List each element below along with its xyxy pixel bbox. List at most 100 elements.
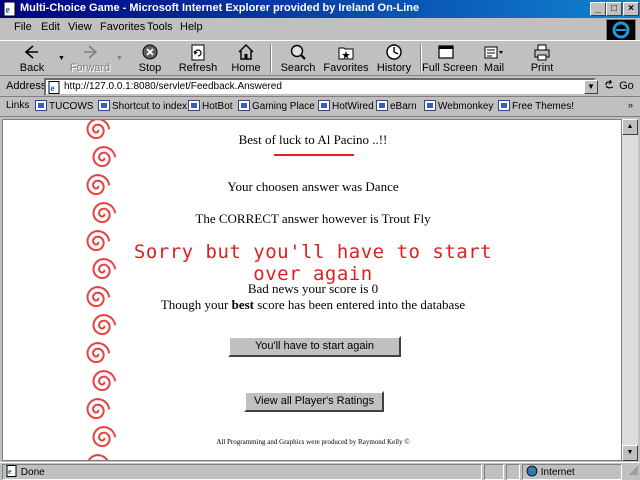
status-message: e Done — [2, 464, 482, 480]
greeting-text: Best of luck to Al Pacino ..!! — [238, 132, 388, 147]
toolbar-separator — [270, 45, 272, 73]
link-webmonkey[interactable]: Webmonkey — [424, 100, 493, 112]
menu-edit[interactable]: Edit — [41, 21, 60, 33]
address-dropdown-button[interactable]: ▼ — [584, 80, 598, 94]
back-button[interactable]: Back — [8, 42, 56, 76]
credits-text: All Programming and Graphics were produc… — [216, 438, 410, 446]
spiral-ornament — [92, 314, 117, 336]
best-score-text: Though your best score has been entered … — [123, 297, 503, 313]
link-label: Gaming Place — [252, 101, 315, 112]
correct-answer-text: The CORRECT answer however is Trout Fly — [195, 211, 431, 226]
favorites-button[interactable]: Favorites — [322, 42, 370, 76]
fullscreen-button[interactable]: Full Screen — [422, 42, 478, 76]
start-again-button[interactable]: You'll have to start again — [228, 336, 401, 357]
ie-page-icon: e — [6, 465, 17, 477]
link-page-icon — [188, 100, 200, 111]
menu-help[interactable]: Help — [180, 21, 203, 33]
mail-label: Mail — [483, 62, 505, 74]
link-label: TUCOWS — [49, 101, 94, 112]
link-page-icon — [35, 100, 47, 111]
scroll-down-button[interactable]: ▼ — [622, 445, 638, 461]
history-icon — [386, 44, 402, 60]
spiral-ornament — [92, 146, 117, 168]
go-label: Go — [619, 80, 634, 92]
links-label: Links — [6, 100, 30, 111]
address-url: http://127.0.0.1:8080/servlet/Feedback.A… — [64, 81, 282, 92]
link-page-icon — [318, 100, 330, 111]
back-dropdown-icon[interactable]: ▼ — [58, 55, 65, 62]
refresh-label: Refresh — [178, 62, 218, 74]
history-label: History — [376, 62, 412, 74]
go-button[interactable]: Go — [604, 79, 634, 92]
scroll-up-button[interactable]: ▲ — [622, 119, 638, 135]
svg-text:e: e — [6, 5, 11, 16]
refresh-button[interactable]: Refresh — [174, 42, 222, 76]
address-input[interactable]: e http://127.0.0.1:8080/servlet/Feedback… — [44, 78, 596, 96]
links-chevron-icon[interactable]: » — [628, 100, 633, 110]
status-panel — [484, 464, 504, 480]
forward-dropdown-icon[interactable]: ▼ — [116, 55, 123, 62]
spiral-ornament — [86, 342, 111, 364]
link-free-themes[interactable]: Free Themes! — [498, 100, 574, 112]
print-button[interactable]: Print — [518, 42, 566, 76]
forward-label: Forward — [69, 62, 111, 74]
mail-button[interactable]: Mail — [470, 42, 518, 76]
menu-bar: File Edit View Favorites Tools Help — [0, 18, 640, 38]
back-label: Back — [19, 62, 45, 74]
globe-icon — [526, 465, 538, 477]
link-shortcut-to-index[interactable]: Shortcut to index — [98, 100, 187, 112]
resize-grip-icon[interactable] — [624, 464, 638, 480]
sorry-heading: Sorry but you'll have to start over agai… — [133, 241, 493, 285]
home-button[interactable]: Home — [222, 42, 270, 76]
svg-text:e: e — [8, 467, 12, 476]
maximize-button[interactable]: □ — [606, 2, 622, 16]
spiral-ornament — [92, 258, 117, 280]
menu-view[interactable]: View — [68, 21, 92, 33]
spiral-ornament — [86, 120, 111, 140]
link-label: HotBot — [202, 101, 233, 112]
link-page-icon — [376, 100, 388, 111]
printer-icon — [534, 44, 550, 61]
search-icon — [290, 44, 306, 60]
stop-icon — [142, 44, 158, 60]
status-panel — [506, 464, 520, 480]
link-hotwired[interactable]: HotWired — [318, 100, 374, 112]
fullscreen-label: Full Screen — [422, 62, 478, 74]
history-button[interactable]: History — [370, 42, 418, 76]
security-zone: Internet — [522, 464, 622, 480]
menu-favorites[interactable]: Favorites — [100, 21, 145, 33]
link-tucows[interactable]: TUCOWS — [35, 100, 93, 112]
zone-label: Internet — [540, 467, 575, 478]
link-gaming-place[interactable]: Gaming Place — [238, 100, 315, 112]
forward-button[interactable]: Forward — [66, 42, 114, 76]
go-arrow-icon — [605, 79, 614, 89]
window-title: Multi-Choice Game - Microsoft Internet E… — [20, 2, 420, 14]
vertical-scrollbar[interactable]: ▲ ▼ — [622, 119, 638, 461]
decorative-spiral-border — [86, 120, 117, 460]
menu-file[interactable]: File — [14, 21, 32, 33]
best-score-suffix: score has been entered into the database — [254, 297, 466, 312]
ie-page-icon: e — [3, 1, 16, 17]
red-divider — [274, 154, 354, 156]
link-hotbot[interactable]: HotBot — [188, 100, 233, 112]
link-label: Shortcut to index — [112, 101, 188, 112]
stop-button[interactable]: Stop — [126, 42, 174, 76]
view-ratings-button[interactable]: View all Player's Ratings — [244, 391, 384, 412]
stop-label: Stop — [138, 62, 162, 74]
back-arrow-icon — [24, 45, 38, 59]
address-bar: Address e http://127.0.0.1:8080/servlet/… — [0, 77, 640, 97]
svg-text:e: e — [51, 83, 55, 93]
spiral-ornament — [86, 398, 111, 420]
minimize-button[interactable]: _ — [590, 2, 606, 16]
link-ebarn[interactable]: eBarn — [376, 100, 417, 112]
link-page-icon — [98, 100, 110, 111]
search-button[interactable]: Search — [274, 42, 322, 76]
links-bar: Links TUCOWS Shortcut to index HotBot Ga… — [0, 97, 640, 117]
spiral-ornament — [86, 286, 111, 308]
spiral-ornament — [92, 202, 117, 224]
menu-tools[interactable]: Tools — [147, 21, 173, 33]
close-button[interactable]: × — [623, 2, 639, 16]
spiral-ornament — [87, 454, 109, 460]
ie-page-icon: e — [48, 81, 60, 94]
spiral-ornament — [92, 370, 117, 392]
